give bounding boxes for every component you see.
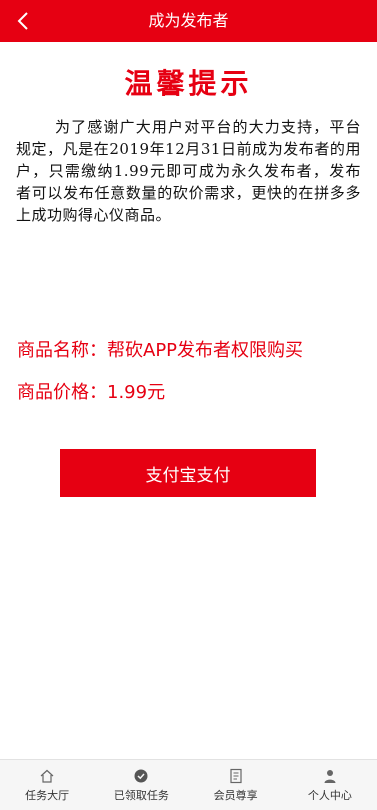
product-price-value: 1.99元 <box>107 382 166 403</box>
bottom-tab-bar: 任务大厅 已领取任务 会员尊享 个人中心 <box>0 759 377 810</box>
tab-claimed-tasks[interactable]: 已领取任务 <box>94 760 188 810</box>
tab-member-vip[interactable]: 会员尊享 <box>189 760 283 810</box>
tab-task-hall[interactable]: 任务大厅 <box>0 760 94 810</box>
product-name-label: 商品名称： <box>17 340 107 361</box>
tab-label: 已领取任务 <box>113 788 169 802</box>
tab-personal-center[interactable]: 个人中心 <box>283 760 377 810</box>
document-icon <box>228 768 244 784</box>
home-icon <box>39 768 55 784</box>
product-name-value: 帮砍APP发布者权限购买 <box>107 340 304 361</box>
alipay-pay-button[interactable]: 支付宝支付 <box>60 449 316 497</box>
user-icon <box>322 768 338 784</box>
top-bar: 成为发布者 <box>0 0 377 42</box>
tab-label: 个人中心 <box>307 788 352 802</box>
task-icon <box>133 768 149 784</box>
product-price-row: 商品价格：1.99元 <box>17 378 165 404</box>
tab-label: 会员尊享 <box>213 788 258 802</box>
page-title: 成为发布者 <box>148 11 229 30</box>
notice-body: 为了感谢广大用户对平台的大力支持，平台规定，凡是在2019年12月31日前成为发… <box>16 118 361 224</box>
tab-label: 任务大厅 <box>25 788 70 802</box>
product-price-label: 商品价格： <box>17 382 107 403</box>
product-name-row: 商品名称：帮砍APP发布者权限购买 <box>17 336 303 362</box>
notice-title: 温馨提示 <box>124 67 253 100</box>
